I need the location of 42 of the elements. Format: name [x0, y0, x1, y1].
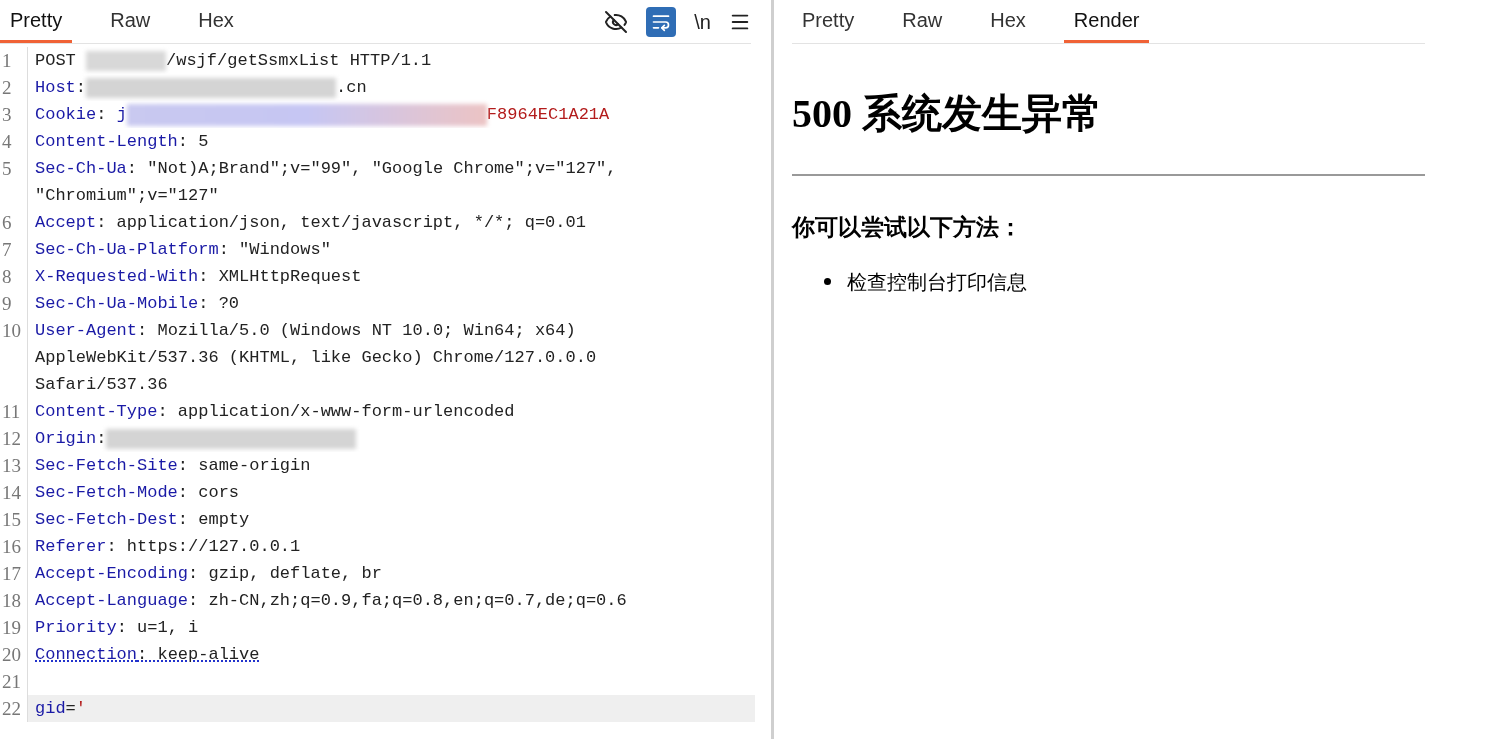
- code-line: Sec-Ch-Ua: "Not)A;Brand";v="99", "Google Chrome";v="127", "Chromium";v="127": [35, 158, 618, 207]
- tab[interactable]: Raw: [892, 0, 953, 43]
- code-line: Content-Type: application/x-www-form-urlencoded: [35, 401, 516, 423]
- tab[interactable]: Hex: [188, 0, 244, 43]
- code-line: Accept-Encoding: gzip, deflate, br: [35, 563, 383, 585]
- header-value: /wsjf/getSsmxList HTTP/1.1: [166, 51, 432, 70]
- tab[interactable]: Pretty: [792, 0, 865, 43]
- code-line: User-Agent: Mozilla/5.0 (Windows NT 10.0; Win64; x64) AppleWebKit/537.36 (KHTML, like Gecko) Chrome/127.0.0.0 Safari/537.36: [35, 320, 598, 396]
- code-line: Sec-Ch-Ua-Mobile: ?0: [35, 293, 241, 315]
- tab[interactable]: Pretty: [0, 0, 73, 43]
- bullet-icon: [824, 278, 831, 285]
- header-value: :: [96, 105, 108, 124]
- tab[interactable]: Render: [1063, 0, 1150, 43]
- code-line: X-Requested-With: XMLHttpRequest: [35, 266, 363, 288]
- code-line: Sec-Ch-Ua-Platform: "Windows": [35, 239, 332, 261]
- suggestion-heading: 你可以尝试以下方法：: [792, 213, 1023, 242]
- code-line: gid=': [35, 698, 87, 720]
- header-value: :: [96, 429, 107, 448]
- header-value: :: [75, 78, 86, 97]
- code-line: Content-Length: 5: [35, 131, 210, 153]
- wrap-toggle[interactable]: [646, 6, 677, 37]
- tab[interactable]: Hex: [980, 0, 1036, 43]
- tab[interactable]: Raw: [100, 0, 161, 43]
- code-line: Referer: https://127.0.0.1: [35, 536, 302, 558]
- code-line: Connection: keep-alive: [35, 644, 261, 666]
- header-name: Cookie: [35, 105, 97, 124]
- code-line: Sec-Fetch-Dest: empty: [35, 509, 251, 531]
- code-line: Sec-Fetch-Mode: cors: [35, 482, 241, 504]
- code-line: Priority: u=1, i: [35, 617, 200, 639]
- header-name: Host: [35, 78, 76, 97]
- header-value: .cn: [336, 78, 367, 97]
- code-line: Accept: application/json, text/javascript, */*; q=0.01: [35, 212, 587, 234]
- header-name: j: [116, 105, 127, 124]
- code-line: Sec-Fetch-Site: same-origin: [35, 455, 312, 477]
- hide-icon[interactable]: [604, 9, 629, 34]
- code-line: Accept-Language: zh-CN,zh;q=0.9,fa;q=0.8,en;q=0.7,de;q=0.6: [35, 590, 628, 612]
- cookie-value: F8964EC1A21A: [486, 105, 610, 124]
- header-name: Origin: [35, 429, 97, 448]
- newline-toggle[interactable]: \n: [694, 6, 711, 37]
- header-value: POST: [35, 51, 77, 70]
- list-item: 检查控制台打印信息: [847, 269, 1027, 295]
- error-heading: 500 系统发生异常: [792, 90, 1103, 138]
